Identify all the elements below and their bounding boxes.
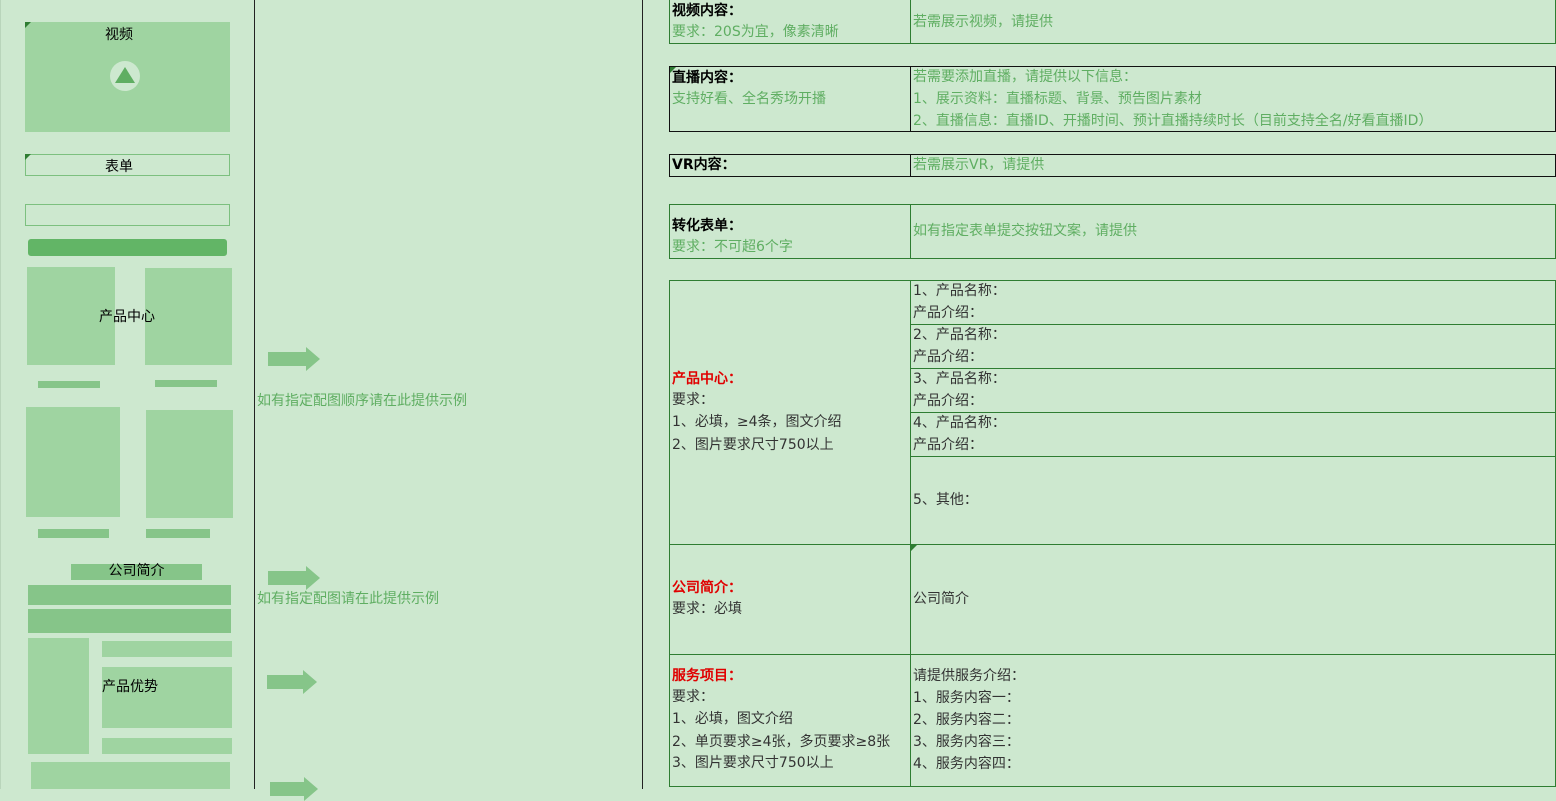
cell-comment-marker [911,545,917,551]
product-name: 2、产品名称： [913,327,1006,343]
product-center-label: 产品中心 [99,309,155,325]
product-name: 1、产品名称： [913,283,1006,299]
video-requirement: 要求：20S为宜，像素清晰 [672,24,839,40]
caption-bar [38,381,100,388]
product-name: 4、产品名称： [913,415,1006,431]
product-intro: 产品介绍： [913,437,983,453]
service-req-line: 3、图片要求尺寸750以上 [672,755,834,771]
product-item-cell [910,412,1556,457]
product-title: 产品中心： [672,371,742,387]
service-req-line: 2、单页要求≥4张，多页要求≥8张 [672,734,891,750]
service-req-line: 要求： [672,689,714,705]
form-label: 表单 [105,159,133,175]
caption-bar [155,380,217,387]
product-intro: 产品介绍： [913,349,983,365]
note-image-example: 如有指定配图请在此提供示例 [257,591,439,607]
note-order-example: 如有指定配图顺序请在此提供示例 [257,393,467,409]
advantage-bar [102,641,232,657]
company-row-note-cell [910,544,1556,655]
form-input-mock [25,204,230,226]
column-divider [642,0,643,789]
service-title: 服务项目： [672,668,742,684]
product-intro: 产品介绍： [913,393,983,409]
live-note-line: 1、展示资料：直播标题、背景、预告图片素材 [913,91,1202,107]
service-line: 4、服务内容四： [913,756,1020,772]
product-item-cell [910,280,1556,325]
product-req-line: 要求： [672,392,714,408]
vr-note: 若需展示VR，请提供 [913,157,1045,173]
video-label: 视频 [105,27,133,43]
product-other-cell [910,456,1556,545]
company-requirement: 要求：必填 [672,601,742,617]
product-item-cell [910,324,1556,369]
column-divider [254,0,255,789]
product-tile-3 [26,407,120,517]
bottom-block [31,762,230,789]
live-note-line: 2、直播信息：直播ID、开播时间、预计直播持续时长（目前支持全名/好看直播ID） [913,113,1433,129]
caption-bar [146,529,210,538]
product-tile-4 [146,410,233,518]
advantage-bar [102,738,232,754]
service-line: 3、服务内容三： [913,734,1020,750]
advantage-label: 产品优势 [102,679,158,695]
caption-bar [38,529,109,538]
company-text-bar [28,609,231,633]
video-title: 视频内容： [672,3,742,19]
live-note-line: 若需要添加直播，请提供以下信息： [913,69,1137,85]
company-title: 公司简介： [672,580,742,596]
product-name: 3、产品名称： [913,371,1006,387]
video-note: 若需展示视频，请提供 [913,14,1053,30]
play-icon [110,61,140,91]
company-text-bar [28,585,231,605]
form-title: 转化表单： [672,218,742,234]
live-title: 直播内容： [672,70,742,86]
company-label: 公司简介 [108,563,165,579]
product-req-line: 1、必填，≥4条，图文介绍 [672,414,842,430]
live-requirement: 支持好看、全名秀场开播 [672,91,826,107]
product-other: 5、其他： [913,492,978,508]
sheet-left-gridline [0,0,1,789]
company-note: 公司简介 [913,591,969,607]
service-req-line: 1、必填，图文介绍 [672,711,793,727]
vr-title: VR内容： [672,157,736,173]
form-note: 如有指定表单提交按钮文案，请提供 [913,223,1137,239]
service-line: 1、服务内容一： [913,690,1020,706]
product-intro: 产品介绍： [913,305,983,321]
advantage-image [28,638,89,754]
service-line: 请提供服务介绍： [913,668,1025,684]
product-req-line: 2、图片要求尺寸750以上 [672,437,834,453]
service-line: 2、服务内容二： [913,712,1020,728]
form-submit-mock [28,239,227,256]
product-item-cell [910,368,1556,413]
form-requirement: 要求：不可超6个字 [672,239,793,255]
